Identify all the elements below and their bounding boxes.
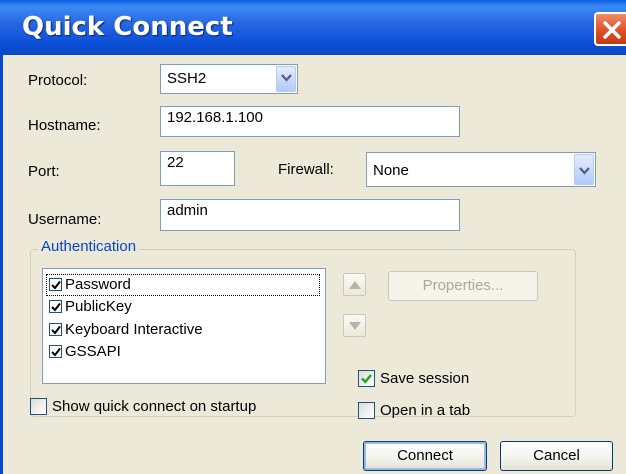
checkmark-icon [51, 347, 61, 357]
checkmark-icon [51, 280, 61, 290]
protocol-label: Protocol: [28, 72, 88, 89]
move-up-button[interactable] [343, 273, 366, 296]
password-checkbox[interactable] [49, 278, 62, 291]
window-title: Quick Connect [22, 12, 233, 42]
firewall-select[interactable]: None [366, 152, 596, 187]
port-label: Port: [28, 163, 60, 180]
firewall-label: Firewall: [278, 161, 334, 178]
firewall-value: None [373, 162, 409, 179]
close-button[interactable] [594, 12, 626, 46]
properties-button[interactable]: Properties... [388, 271, 538, 301]
list-item-label: Keyboard Interactive [65, 321, 203, 338]
protocol-dropdown-button[interactable] [276, 66, 296, 92]
quick-connect-dialog: Quick Connect Protocol: SSH2 Hostname: 1… [0, 0, 626, 474]
gssapi-checkbox[interactable] [49, 345, 62, 358]
arrow-down-icon [349, 322, 361, 330]
list-item-label: Password [65, 276, 131, 293]
list-item-label: GSSAPI [65, 343, 121, 360]
close-icon [603, 21, 621, 39]
firewall-dropdown-button[interactable] [574, 154, 594, 185]
save-session-label: Save session [380, 370, 470, 387]
cancel-button[interactable]: Cancel [500, 441, 613, 471]
open-in-tab-label: Open in a tab [380, 402, 471, 419]
checkmark-icon [51, 302, 61, 312]
username-field[interactable]: admin [160, 199, 460, 231]
title-bar[interactable]: Quick Connect [0, 0, 626, 55]
show-quick-connect-checkbox[interactable] [30, 398, 47, 415]
hostname-field[interactable]: 192.168.1.100 [160, 106, 460, 137]
show-quick-connect-label: Show quick connect on startup [52, 398, 257, 415]
checkmark-icon [361, 374, 372, 384]
move-down-button[interactable] [343, 314, 366, 337]
protocol-value: SSH2 [167, 70, 207, 87]
window-border [0, 55, 3, 474]
chevron-down-icon [281, 74, 292, 82]
protocol-select[interactable]: SSH2 [160, 64, 298, 94]
username-label: Username: [28, 211, 102, 228]
publickey-checkbox[interactable] [49, 300, 62, 313]
chevron-down-icon [579, 167, 590, 175]
hostname-label: Hostname: [28, 117, 101, 134]
arrow-up-icon [349, 281, 361, 289]
checkmark-icon [51, 325, 61, 335]
list-item-label: PublicKey [65, 298, 132, 315]
list-item-password[interactable]: Password [46, 274, 320, 296]
port-field[interactable]: 22 [160, 151, 235, 186]
open-in-tab-checkbox[interactable] [358, 402, 375, 419]
keyboard-interactive-checkbox[interactable] [49, 323, 62, 336]
connect-button[interactable]: Connect [363, 441, 487, 471]
save-session-checkbox[interactable] [358, 370, 375, 387]
authentication-legend: Authentication [38, 238, 140, 255]
authentication-method-list[interactable]: Password PublicKey Keyboard Interactive … [42, 268, 326, 384]
